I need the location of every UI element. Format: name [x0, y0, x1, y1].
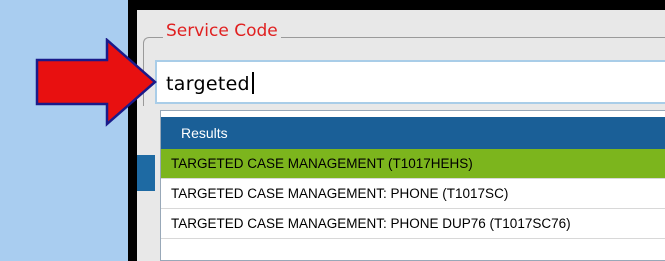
results-dropdown: Results TARGETED CASE MANAGEMENT (T1017H…: [160, 110, 665, 261]
text-caret: [251, 72, 254, 94]
service-code-label: Service Code: [163, 20, 281, 42]
result-item-2[interactable]: TARGETED CASE MANAGEMENT: PHONE (T1017SC…: [161, 179, 665, 209]
red-arrow-icon: [35, 38, 157, 127]
result-item-1[interactable]: TARGETED CASE MANAGEMENT (T1017HEHS): [161, 149, 665, 179]
result-item-label: TARGETED CASE MANAGEMENT: PHONE DUP76 (T…: [171, 216, 571, 231]
results-header-label: Results: [181, 125, 228, 141]
background-blue-strip: [137, 155, 155, 191]
service-code-input[interactable]: targeted: [155, 60, 665, 104]
result-item-3[interactable]: TARGETED CASE MANAGEMENT: PHONE DUP76 (T…: [161, 209, 665, 239]
result-item-label: TARGETED CASE MANAGEMENT (T1017HEHS): [171, 156, 473, 171]
results-header: Results: [161, 117, 665, 149]
result-item-label: TARGETED CASE MANAGEMENT: PHONE (T1017SC…: [171, 186, 509, 201]
service-code-input-text: targeted: [166, 72, 254, 95]
